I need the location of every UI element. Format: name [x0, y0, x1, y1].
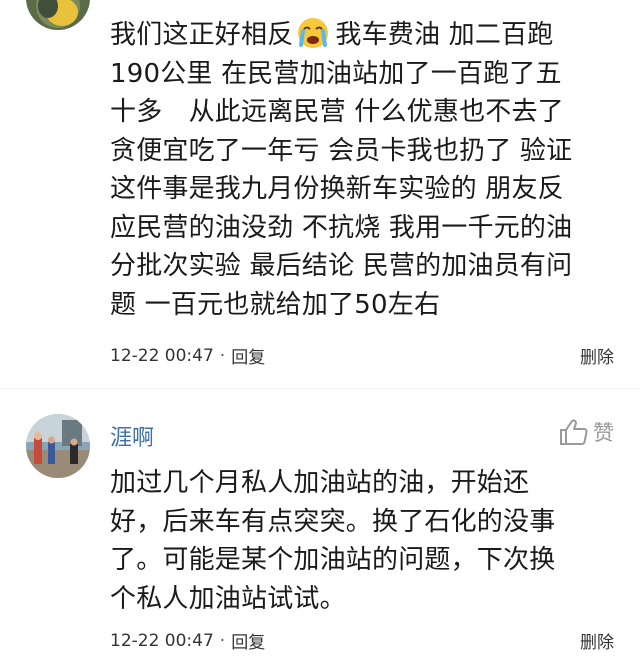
comment-line: 应民营的油没劲 不抗烧 我用一千元的油	[110, 212, 573, 243]
comment-time: 12-22 00:47	[110, 630, 214, 651]
divider	[0, 388, 640, 389]
comment-text: 加过几个月私人加油站的油，开始还 好，后来车有点突突。换了石化的没事 了。可能是…	[110, 464, 555, 618]
reply-button[interactable]: 回复	[231, 343, 265, 368]
avatar-image	[26, 414, 90, 478]
comment-line: 190公里 在民营加油站加了一百跑了五	[110, 58, 562, 89]
avatar[interactable]	[26, 414, 90, 478]
thumbs-up-icon	[560, 419, 588, 445]
comment-line: 分批次实验 最后结论 民营的加油员有问	[110, 251, 573, 281]
comment-line: 加过几个月私人加油站的油，开始还	[110, 468, 530, 498]
delete-button[interactable]: 删除	[580, 343, 614, 368]
comment-text: 我们这正好相反 我车费油 加二百跑 190公里 在民营加油站加了一百跑了五 十多…	[110, 16, 572, 324]
username[interactable]: 涯啊	[110, 420, 154, 452]
comment-line: 题 一百元也就给加了50左右	[110, 289, 441, 320]
delete-button[interactable]: 删除	[580, 628, 614, 653]
comment-meta: 12-22 00:47 · 回复	[110, 343, 265, 369]
crying-face-icon	[298, 18, 329, 48]
comment-line: 个私人加油站试试。	[110, 583, 346, 614]
comment-line: 我们这正好相反 我车费油 加二百跑	[110, 16, 572, 55]
comment-line: 了。可能是某个加油站的问题，下次换	[110, 545, 556, 575]
comment-line: 十多 从此远离民营 什么优惠也不去了	[110, 97, 564, 127]
comment-time: 12-22 00:47	[110, 345, 214, 366]
reply-button[interactable]: 回复	[231, 628, 265, 653]
comment-line: 贪便宜吃了一年亏 会员卡我也扔了 验证	[110, 135, 573, 166]
comment-line: 这件事是我九月份换新车实验的 朋友反	[110, 174, 564, 204]
avatar[interactable]	[26, 0, 90, 30]
like-label: 赞	[593, 421, 614, 445]
like-button[interactable]: 赞	[559, 417, 614, 447]
comment-meta: 12-22 00:47 · 回复	[110, 628, 265, 654]
avatar-image	[26, 0, 90, 30]
separator-dot: ·	[219, 630, 226, 651]
separator-dot: ·	[219, 345, 226, 366]
comment-line: 好，后来车有点突突。换了石化的没事	[110, 506, 556, 537]
